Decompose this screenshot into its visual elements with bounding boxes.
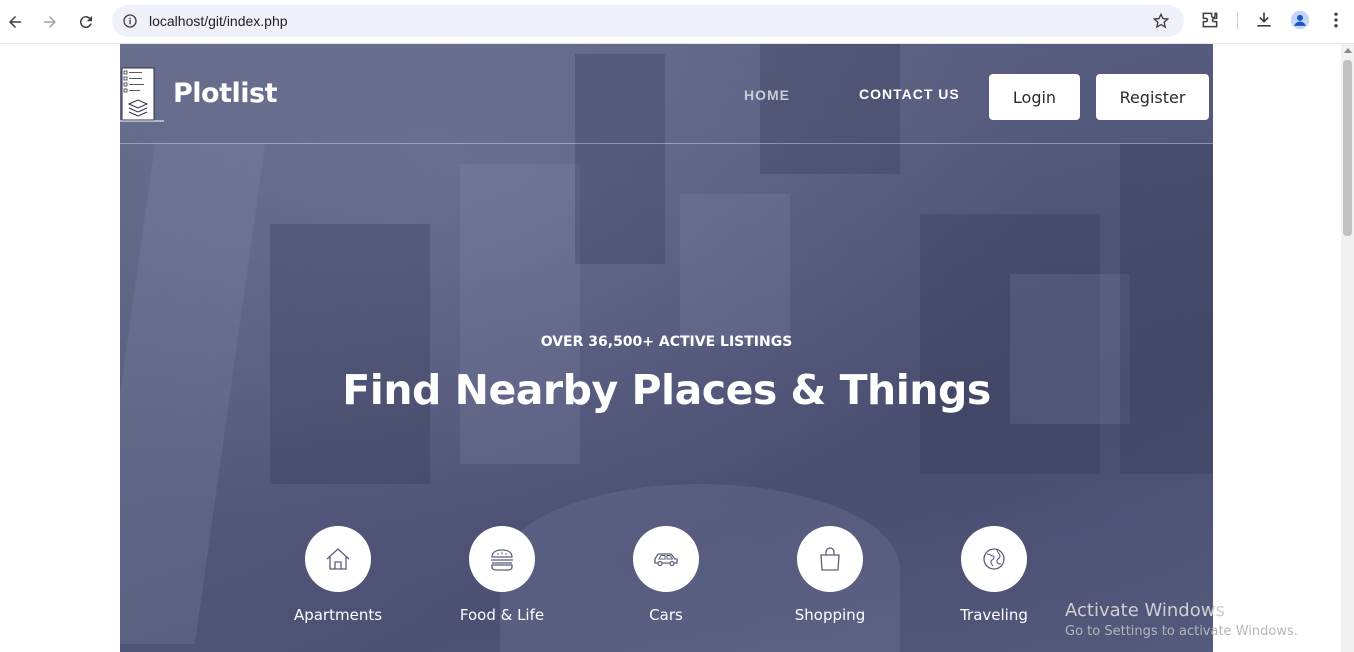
browser-menu-button[interactable] (1326, 10, 1346, 30)
address-bar[interactable]: localhost/git/index.php (112, 5, 1184, 37)
url-text[interactable]: localhost/git/index.php (149, 13, 288, 29)
page-margin-left (0, 44, 120, 652)
category-label[interactable]: Shopping (765, 606, 895, 624)
login-button[interactable]: Login (989, 74, 1080, 120)
scrollbar-thumb[interactable] (1343, 60, 1352, 236)
nav-contact-link[interactable]: CONTACT US (859, 86, 960, 102)
category-apartments[interactable]: Apartments (273, 526, 403, 624)
arrow-right-icon (44, 16, 56, 28)
document-layers-icon (120, 67, 164, 122)
globe-icon (983, 548, 1005, 570)
category-label[interactable]: Food & Life (437, 606, 567, 624)
listings-count-eyebrow: OVER 36,500+ ACTIVE LISTINGS (540, 334, 793, 350)
category-icon-circle[interactable] (469, 526, 535, 592)
category-label[interactable]: Apartments (273, 606, 403, 624)
arrow-left-icon (9, 16, 21, 28)
scroll-up-arrow-icon[interactable] (1344, 48, 1352, 53)
watermark-title: Activate Windows (1065, 600, 1225, 621)
watermark-subtitle: Go to Settings to activate Windows. (1065, 624, 1298, 639)
category-label[interactable]: Traveling (929, 606, 1059, 624)
category-icon-circle[interactable] (797, 526, 863, 592)
hero-headline: Find Nearby Places & Things (342, 366, 991, 414)
browser-toolbar: localhost/git/index.php (0, 0, 1354, 44)
bookmark-star-icon[interactable] (1152, 12, 1170, 30)
category-food-life[interactable]: Food & Life (437, 526, 567, 624)
house-icon (326, 548, 350, 570)
hero-section: Plotlist HOME CONTACT US Login Register … (120, 44, 1213, 652)
category-label[interactable]: Cars (601, 606, 731, 624)
car-icon (654, 553, 678, 567)
forward-button[interactable] (36, 8, 64, 36)
kebab-menu-icon (1334, 12, 1338, 28)
extensions-button[interactable] (1200, 10, 1220, 30)
profile-button[interactable] (1290, 10, 1310, 30)
download-icon (1257, 12, 1271, 27)
puzzle-icon (1202, 12, 1218, 28)
site-info-icon[interactable] (122, 13, 138, 29)
windows-activation-watermark: Activate Windows Go to Settings to activ… (1065, 600, 1298, 639)
reload-icon (79, 16, 92, 29)
category-icon-circle[interactable] (961, 526, 1027, 592)
header-divider (120, 143, 1213, 144)
burger-icon (491, 549, 513, 571)
site-logo[interactable] (120, 66, 164, 122)
avatar-icon (1290, 10, 1310, 30)
category-shopping[interactable]: Shopping (765, 526, 895, 624)
nav-home-link[interactable]: HOME (744, 87, 790, 103)
category-icon-circle[interactable] (305, 526, 371, 592)
category-icon-circle[interactable] (633, 526, 699, 592)
brand-name[interactable]: Plotlist (173, 78, 278, 109)
toolbar-divider (1237, 12, 1238, 30)
register-button[interactable]: Register (1096, 74, 1209, 120)
downloads-button[interactable] (1254, 10, 1274, 30)
page-margin-right (1213, 44, 1341, 652)
reload-button[interactable] (72, 8, 100, 36)
back-button[interactable] (1, 8, 29, 36)
shopping-bag-icon (820, 547, 840, 571)
page-scrollbar[interactable] (1341, 44, 1354, 652)
category-cars[interactable]: Cars (601, 526, 731, 624)
category-traveling[interactable]: Traveling (929, 526, 1059, 624)
